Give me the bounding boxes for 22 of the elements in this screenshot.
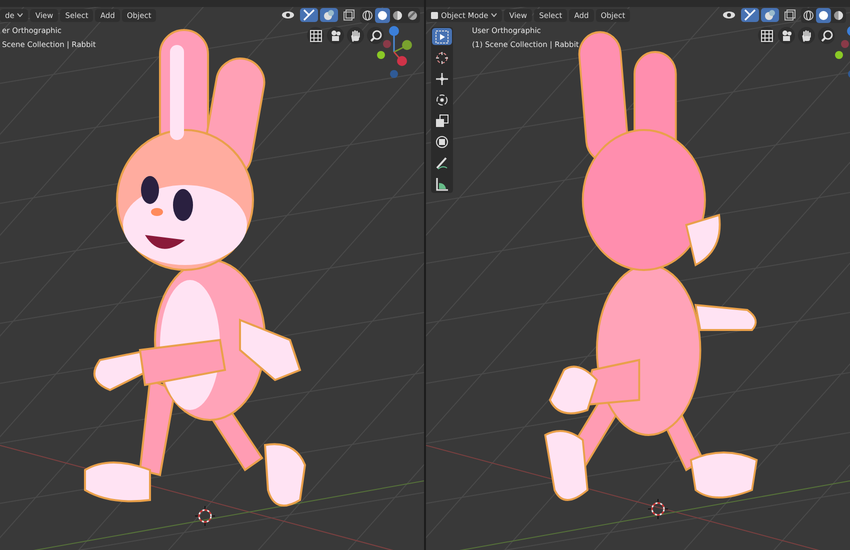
grid-icon[interactable] — [758, 27, 775, 44]
gizmo-toggle-icon[interactable] — [741, 8, 759, 22]
solid-shading-button[interactable] — [816, 8, 831, 22]
zoom-icon[interactable] — [367, 27, 384, 44]
overlay-toggle-icon[interactable] — [320, 8, 338, 22]
cube-icon — [431, 12, 438, 18]
solid-shading-button[interactable] — [375, 8, 390, 22]
camera-icon[interactable] — [778, 27, 795, 44]
3d-cursor-icon[interactable] — [194, 506, 216, 526]
overlay-toggle-icon[interactable] — [761, 8, 779, 22]
caret-icon — [491, 13, 498, 17]
wireframe-shading-button[interactable] — [801, 8, 816, 22]
camera-icon[interactable] — [327, 27, 344, 44]
3d-cursor-icon[interactable] — [648, 498, 668, 520]
select-tool-button[interactable] — [432, 28, 452, 45]
caret-icon — [17, 13, 24, 17]
hand-icon[interactable] — [347, 27, 364, 44]
grid-icon[interactable] — [307, 27, 324, 44]
hand-icon[interactable] — [798, 27, 815, 44]
gizmo-toggle-icon[interactable] — [300, 8, 318, 22]
wireframe-shading-button[interactable] — [360, 8, 375, 22]
zoom-icon[interactable] — [818, 27, 835, 44]
